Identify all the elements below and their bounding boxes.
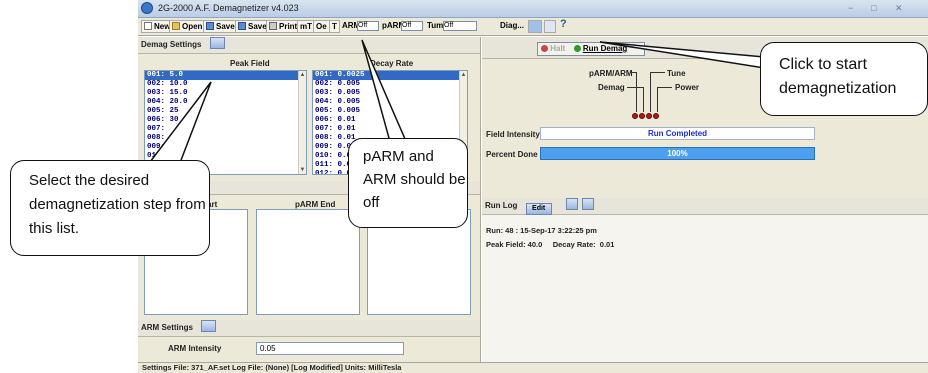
arm-settings-header: ARM Settings <box>138 320 480 337</box>
run-log-edit-button[interactable]: Edit <box>525 203 552 215</box>
arrow-up-icon[interactable] <box>565 198 578 210</box>
peak-field-item[interactable]: 001: 5.0 <box>145 71 306 80</box>
peak-field-item[interactable]: 006: 30 <box>145 116 306 125</box>
peak-field-scrollbar[interactable]: ▲ ▼ <box>298 71 306 174</box>
window-icon[interactable] <box>544 20 556 33</box>
field-intensity-label: Field Intensity <box>486 130 540 139</box>
power-led-label: Power <box>675 83 700 92</box>
demag-led-label: Demag <box>598 83 625 92</box>
decay-rate-item[interactable]: 007: 0.01 <box>313 125 467 134</box>
demag-led <box>639 113 645 119</box>
parm-arm-led <box>632 113 638 119</box>
disk-icon <box>238 22 246 30</box>
printer-icon <box>269 22 277 30</box>
led-line <box>650 72 665 73</box>
percent-done-bar: 100% <box>540 147 815 160</box>
scroll-up-icon[interactable]: ▲ <box>460 71 467 79</box>
parm-arm-led-label: pARM/ARM <box>589 69 633 78</box>
save-as-button[interactable]: Save <box>203 20 238 33</box>
app-icon <box>141 2 153 14</box>
close-button[interactable]: ✕ <box>895 3 903 14</box>
parm-end-box[interactable] <box>256 209 360 315</box>
peak-field-item[interactable]: 004: 20.0 <box>145 98 306 107</box>
percent-done-label: Percent Done <box>486 150 538 159</box>
decay-rate-item[interactable]: 003: 0.005 <box>313 89 467 98</box>
arrow-down-icon[interactable] <box>582 198 595 210</box>
run-demag-button[interactable]: Run Demag <box>573 44 627 53</box>
toolbar: New Open Save Save Print mT Oe T ARM Off… <box>138 18 928 36</box>
tune-led <box>646 113 652 119</box>
save-as-icon <box>206 22 214 30</box>
led-line <box>657 87 672 88</box>
oe-button[interactable]: Oe <box>313 20 330 33</box>
decay-rate-item[interactable]: 001: 0.0025 <box>313 71 467 80</box>
go-icon <box>573 45 581 52</box>
run-log-area[interactable] <box>482 215 928 363</box>
peak-field-header: Peak Field <box>230 59 270 68</box>
parm-select[interactable]: Off <box>401 21 423 31</box>
peak-field-item[interactable]: 002: 10.0 <box>145 80 306 89</box>
run-controls: Halt Run Demag <box>537 42 645 56</box>
peak-field-item[interactable]: 003: 15.0 <box>145 89 306 98</box>
maximize-button[interactable]: □ <box>871 3 876 13</box>
diag-button[interactable]: Diag... <box>498 20 526 33</box>
callout-start: Click to start demagnetization <box>760 42 928 116</box>
arm-intensity-label: ARM Intensity <box>168 344 222 353</box>
status-bar: Settings File: 371_AF.set Log File: (Non… <box>138 362 928 373</box>
edit-settings-icon[interactable] <box>209 37 225 49</box>
decay-rate-item[interactable]: 002: 0.005 <box>313 80 467 89</box>
run-log-header: Run Log Edit <box>482 198 928 215</box>
tumbler-select[interactable]: Off <box>443 21 477 31</box>
stop-icon <box>541 45 548 52</box>
peak-field-item[interactable]: 005: 25 <box>145 107 306 116</box>
peak-field-item[interactable]: 008: <box>145 134 306 143</box>
decay-rate-item[interactable]: 006: 0.01 <box>313 116 467 125</box>
led-line <box>643 87 644 112</box>
led-line <box>636 72 637 112</box>
t-button[interactable]: T <box>329 20 340 33</box>
led-line <box>650 72 651 112</box>
open-button[interactable]: Open <box>169 20 206 33</box>
tune-led-label: Tune <box>667 69 686 78</box>
led-line <box>630 72 637 73</box>
halt-button[interactable]: Halt <box>541 44 565 53</box>
decay-rate-item[interactable]: 004: 0.005 <box>313 98 467 107</box>
arm-intensity-field[interactable]: 0.05 <box>256 342 404 355</box>
help-icon[interactable]: ? <box>558 19 569 32</box>
decay-rate-item[interactable]: 005: 0.005 <box>313 107 467 116</box>
power-led <box>653 113 659 119</box>
save-button[interactable]: Save <box>235 20 270 33</box>
minimize-button[interactable]: − <box>848 3 853 13</box>
edit-arm-icon[interactable] <box>201 320 217 332</box>
title-bar: 2G-2000 A.F. Demagnetizer v4.023 − □ ✕ <box>138 0 928 18</box>
chart-icon[interactable] <box>528 20 542 33</box>
callout-select: Select the desired demagnetization step … <box>10 160 210 256</box>
arm-select[interactable]: Off <box>357 21 379 31</box>
peak-field-item[interactable]: 009: <box>145 143 306 152</box>
folder-icon <box>172 22 180 30</box>
scroll-up-icon[interactable]: ▲ <box>299 71 306 79</box>
window-title: 2G-2000 A.F. Demagnetizer v4.023 <box>158 3 299 13</box>
callout-parm: pARM and ARM should be off <box>348 138 468 228</box>
led-line <box>657 87 658 112</box>
field-intensity-value: Run Completed <box>540 127 815 140</box>
peak-field-item[interactable]: 007: <box>145 125 306 134</box>
log-line-peak: Peak Field: 40.0 Decay Rate: 0.01 <box>486 240 615 249</box>
demag-settings-header: Demag Settings <box>138 37 480 54</box>
led-line <box>627 87 644 88</box>
parm-end-header: pARM End <box>295 200 336 209</box>
new-file-icon <box>144 22 152 30</box>
print-button[interactable]: Print <box>266 20 301 33</box>
scroll-down-icon[interactable]: ▼ <box>299 166 306 174</box>
log-line-run: Run: 48 : 15-Sep-17 3:22:25 pm <box>486 226 597 235</box>
decay-rate-header: Decay Rate <box>370 59 414 68</box>
